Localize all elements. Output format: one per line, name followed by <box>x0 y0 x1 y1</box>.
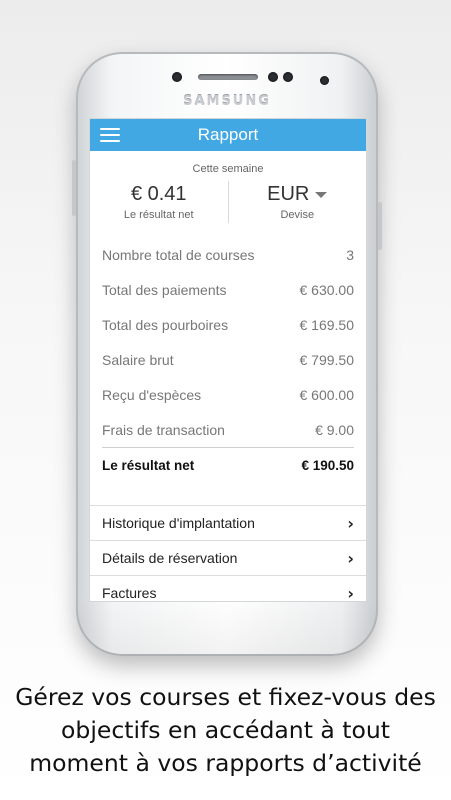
nav-item-label: Factures <box>102 585 157 601</box>
row-value: € 799.50 <box>299 351 355 368</box>
row-label: Total des pourboires <box>102 316 229 333</box>
front-camera-icon <box>268 72 278 82</box>
caption-line: objectifs en accédant à tout <box>61 716 390 744</box>
chevron-right-icon: › <box>347 548 354 568</box>
total-label: Le résultat net <box>102 458 195 473</box>
report-row: Salaire brut € 799.50 <box>102 342 354 377</box>
net-result-value: € 0.41 <box>130 183 187 205</box>
caret-down-icon <box>315 192 328 198</box>
period-label: Cette semaine <box>192 163 264 175</box>
report-row: Frais de transaction € 9.00 <box>102 412 354 447</box>
chevron-right-icon: › <box>347 583 354 602</box>
currency-dropdown[interactable]: EUR <box>267 181 328 207</box>
section-spacer <box>90 483 366 506</box>
row-label: Nombre total de courses <box>102 246 255 263</box>
hamburger-menu-icon[interactable] <box>100 128 120 142</box>
nav-item-details-reservation[interactable]: Détails de réservation › <box>90 541 366 576</box>
speaker-grille <box>198 74 258 80</box>
power-button <box>378 202 382 250</box>
app-bar: Rapport <box>90 119 366 151</box>
net-result-label: Le résultat net <box>123 209 194 221</box>
caption-line: Gérez vos courses et fixez-vous des <box>15 683 436 711</box>
nav-item-historique[interactable]: Historique d'implantation › <box>90 506 366 541</box>
report-row: Nombre total de courses 3 <box>102 237 354 272</box>
proximity-sensor-icon <box>172 72 182 82</box>
report-table: Nombre total de courses 3 Total des paie… <box>102 237 354 483</box>
row-value: € 630.00 <box>299 281 355 298</box>
row-label: Total des paiements <box>102 281 227 298</box>
row-label: Reçu d'espèces <box>102 386 202 403</box>
report-row: Total des paiements € 630.00 <box>102 272 354 307</box>
row-value: € 600.00 <box>299 386 355 403</box>
page-title: Rapport <box>197 125 259 144</box>
report-row: Reçu d'espèces € 600.00 <box>102 377 354 412</box>
currency-summary: EUR Devise <box>229 181 367 227</box>
app-screen: Rapport Cette semaine € 0.41 Le résultat… <box>89 118 367 602</box>
promo-caption: Gérez vos courses et fixez-vous des obje… <box>0 681 451 780</box>
net-result-summary: € 0.41 Le résultat net <box>90 181 228 227</box>
report-row: Total des pourboires € 169.50 <box>102 307 354 342</box>
currency-label: Devise <box>280 209 315 221</box>
row-value: 3 <box>346 246 354 263</box>
row-value: € 169.50 <box>299 316 355 333</box>
nav-item-factures[interactable]: Factures › <box>90 576 366 602</box>
net-result-row: Le résultat net € 190.50 <box>102 447 354 483</box>
nav-item-label: Détails de réservation <box>102 550 238 566</box>
device-brand-logo: SAMSUNG <box>183 94 271 109</box>
row-value: € 9.00 <box>315 421 354 438</box>
currency-value: EUR <box>267 183 310 205</box>
sensor-icon <box>283 72 293 82</box>
caption-line: moment à vos rapports d’activité <box>29 749 422 777</box>
summary-panel: € 0.41 Le résultat net EUR Devise <box>90 181 366 227</box>
volume-button <box>72 160 76 216</box>
nav-item-label: Historique d'implantation <box>102 515 255 531</box>
phone-chin <box>76 596 378 656</box>
total-value: € 190.50 <box>301 458 354 473</box>
camera-icon <box>320 76 329 85</box>
row-label: Salaire brut <box>102 351 174 368</box>
row-label: Frais de transaction <box>102 421 225 438</box>
chevron-right-icon: › <box>347 513 354 533</box>
